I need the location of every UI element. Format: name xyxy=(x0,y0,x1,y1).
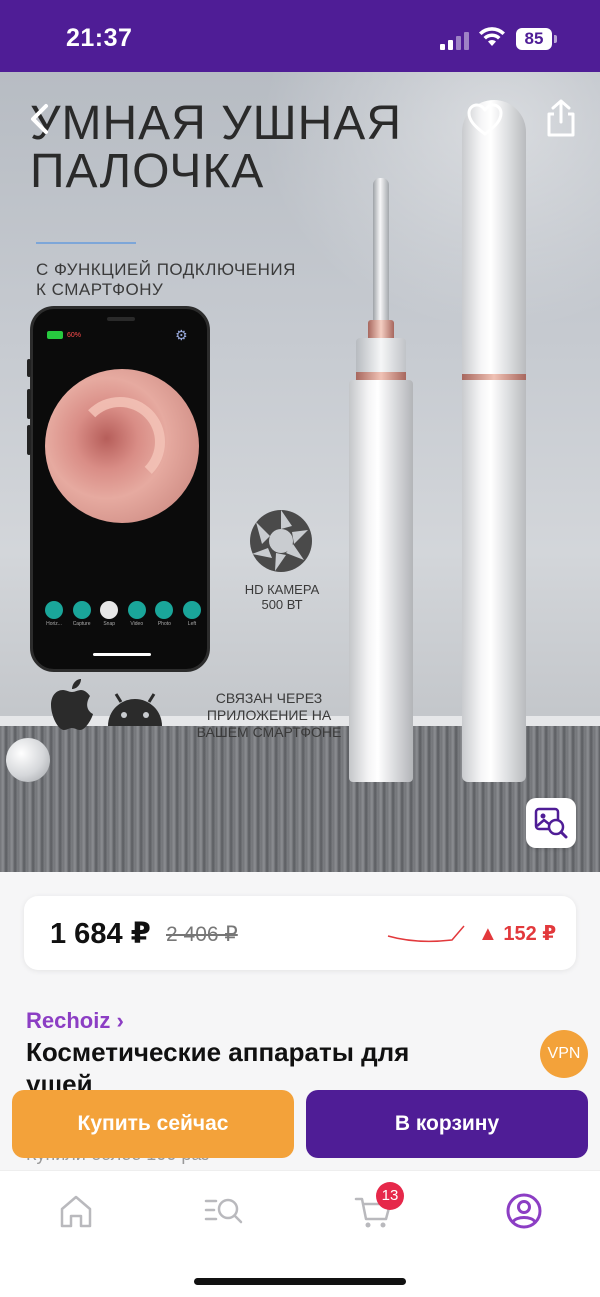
phone-tool: Capture xyxy=(71,601,93,627)
connected-label-line1: СВЯЗАН ЧЕРЕЗ xyxy=(215,690,323,706)
image-subtitle-line1: С ФУНКЦИЕЙ ПОДКЛЮЧЕНИЯ xyxy=(36,260,296,279)
phone-notch xyxy=(107,317,135,321)
status-bar: 21:37 85 xyxy=(0,0,600,72)
phone-side-button xyxy=(27,359,31,377)
phone-home-bar xyxy=(93,653,151,656)
home-indicator xyxy=(194,1278,406,1285)
wifi-icon xyxy=(479,27,505,46)
ear-stick-cover xyxy=(462,100,526,782)
phone-battery-label: 60% xyxy=(67,331,82,339)
profile-icon[interactable] xyxy=(502,1191,546,1231)
phone-tool-label: Horiz... xyxy=(46,621,62,627)
connected-label: СВЯЗАН ЧЕРЕЗ ПРИЛОЖЕНИЕ НА ВАШЕМ СМАРТФО… xyxy=(194,690,344,741)
add-to-cart-button[interactable]: В корзину xyxy=(306,1090,588,1158)
camera-label-line1: HD КАМЕРА xyxy=(244,582,320,597)
camera-label: HD КАМЕРА 500 ВТ xyxy=(232,582,332,612)
battery-tip xyxy=(554,35,557,43)
status-time: 21:37 xyxy=(66,24,133,52)
connected-label-line2: ПРИЛОЖЕНИЕ НА xyxy=(206,707,332,723)
decorative-ball xyxy=(6,738,50,782)
image-subtitle-line2: К СМАРТФОНУ xyxy=(36,280,164,299)
phone-toolbar: Horiz... Capture Snap Video Photo Left xyxy=(43,601,203,627)
cart-badge: 13 xyxy=(376,1182,404,1210)
product-image[interactable]: УМНАЯ УШНАЯ ПАЛОЧКА С ФУНКЦИЕЙ ПОДКЛЮЧЕН… xyxy=(0,72,600,872)
action-bar: Купить сейчас В корзину xyxy=(0,1080,600,1170)
price-old: 2 406 ₽ xyxy=(166,923,238,946)
accent-line xyxy=(36,242,136,244)
phone-side-button xyxy=(27,425,31,455)
battery-indicator: 85 xyxy=(516,28,552,50)
image-search-button[interactable] xyxy=(526,798,576,848)
phone-tool: Horiz... xyxy=(43,601,65,627)
share-icon[interactable] xyxy=(544,98,578,138)
ear-stick-body xyxy=(349,380,413,782)
phone-tool: Snap xyxy=(98,601,120,627)
ear-stick-probe xyxy=(373,178,389,324)
price-change: ▲ 152 ₽ xyxy=(478,923,557,945)
price-trend-chart xyxy=(387,925,465,943)
phone-tool-label: Left xyxy=(187,621,197,627)
camera-label-line2: 500 ВТ xyxy=(261,597,303,612)
image-search-icon xyxy=(534,807,568,839)
price-card[interactable]: 1 684 ₽ 2 406 ₽ ▲ 152 ₽ xyxy=(24,896,576,970)
gear-icon: ⚙ xyxy=(175,327,188,343)
ear-camera-view xyxy=(45,369,199,523)
phone-battery: 60% xyxy=(47,331,81,339)
ear-stick-ring xyxy=(356,372,406,380)
phone-tool-label: Capture xyxy=(72,621,91,627)
vpn-badge[interactable]: VPN xyxy=(540,1030,588,1078)
image-title-line1: УМНАЯ УШНАЯ xyxy=(30,97,402,150)
back-icon[interactable] xyxy=(24,102,58,136)
catalog-search-icon[interactable] xyxy=(202,1191,246,1231)
phone-tool-label: Video xyxy=(130,621,144,627)
home-icon[interactable] xyxy=(54,1191,98,1231)
android-icon xyxy=(108,693,162,726)
price-current: 1 684 ₽ xyxy=(50,918,151,950)
phone-side-button xyxy=(27,389,31,419)
camera-aperture-icon xyxy=(250,510,312,572)
apple-icon xyxy=(51,679,93,730)
brand-link[interactable]: Rechoiz › xyxy=(26,1008,124,1034)
image-title: УМНАЯ УШНАЯ ПАЛОЧКА xyxy=(30,100,402,196)
ear-stick-cover-ring xyxy=(462,374,526,380)
phone-tool: Left xyxy=(181,601,203,627)
phone-tool: Video xyxy=(126,601,148,627)
phone-tool: Photo xyxy=(153,601,175,627)
image-title-line2: ПАЛОЧКА xyxy=(30,145,265,198)
buy-now-button[interactable]: Купить сейчас xyxy=(12,1090,294,1158)
phone-tool-label: Snap xyxy=(103,621,116,627)
phone-tool-label: Photo xyxy=(157,621,171,627)
image-subtitle: С ФУНКЦИЕЙ ПОДКЛЮЧЕНИЯ К СМАРТФОНУ xyxy=(36,260,296,300)
smartphone-illustration: 60% ⚙ Horiz... Capture Snap Video Photo … xyxy=(27,306,210,672)
cellular-signal-icon xyxy=(440,30,470,50)
ear-fold xyxy=(75,397,165,487)
heart-icon[interactable] xyxy=(466,102,504,138)
connected-label-line3: ВАШЕМ СМАРТФОНЕ xyxy=(196,724,342,740)
